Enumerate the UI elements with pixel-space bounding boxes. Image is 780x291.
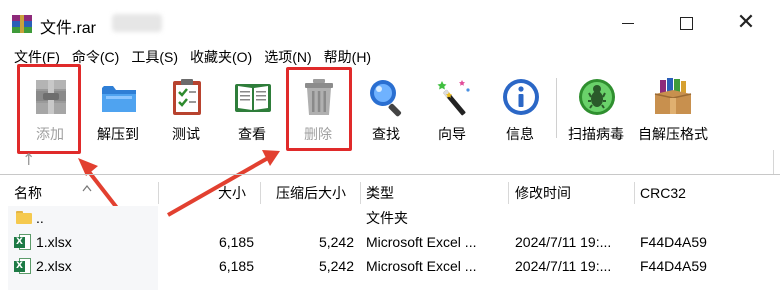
cell-type: Microsoft Excel ... [366, 258, 477, 274]
folder-icon [16, 211, 32, 224]
sfx-box-icon [654, 78, 692, 114]
cell-name: .. [36, 210, 44, 226]
file-list: 名称 大小 压缩后大小 类型 修改时间 CRC32 .. 文件夹 X 1.xls… [8, 180, 772, 290]
extract-to-button[interactable]: 解压到 [84, 72, 152, 144]
wizard-label: 向导 [438, 126, 466, 142]
minimize-icon [622, 22, 634, 24]
column-name[interactable]: 名称 [14, 180, 42, 206]
column-separator[interactable] [634, 182, 635, 204]
magnifier-icon [370, 80, 402, 117]
path-scroll-edge [773, 150, 779, 174]
virus-scan-icon [579, 79, 615, 115]
toolbar-separator [556, 78, 557, 138]
virus-scan-label: 扫描病毒 [568, 126, 624, 142]
minimize-button[interactable] [600, 0, 656, 46]
cell-name: 1.xlsx [36, 234, 72, 250]
excel-file-icon: X [14, 233, 32, 251]
column-modified[interactable]: 修改时间 [515, 180, 571, 206]
test-label: 测试 [172, 126, 200, 142]
table-row-parent[interactable]: .. 文件夹 [8, 206, 772, 230]
cell-packed-size: 5,242 [318, 234, 354, 250]
table-row[interactable]: X 1.xlsx 6,185 5,242 Microsoft Excel ...… [8, 230, 772, 254]
cell-crc: F44D4A59 [640, 234, 707, 250]
wizard-button[interactable]: 向导 [418, 72, 486, 144]
view-button[interactable]: 查看 [218, 72, 286, 144]
cell-name: 2.xlsx [36, 258, 72, 274]
arrow-head-delete [262, 150, 280, 166]
cell-type: 文件夹 [366, 210, 408, 226]
column-packed-size[interactable]: 压缩后大小 [276, 180, 346, 206]
close-icon: ✕ [736, 10, 756, 35]
table-row[interactable]: X 2.xlsx 6,185 5,242 Microsoft Excel ...… [8, 254, 772, 278]
clipboard-test-icon [173, 79, 201, 115]
column-crc[interactable]: CRC32 [640, 180, 686, 206]
sfx-label: 自解压格式 [638, 126, 708, 142]
cell-type: Microsoft Excel ... [366, 234, 477, 250]
close-button[interactable]: ✕ [718, 0, 774, 46]
toolbar: 添加 解压到 测试 查看 删除 查找 向导 信息 扫描病毒 自解压格式 [0, 64, 780, 154]
menu-favorites[interactable]: 收藏夹(O) [190, 47, 252, 67]
title-bar: 文件.rar ✕ [0, 0, 780, 46]
magic-wand-icon [437, 80, 470, 116]
find-button[interactable]: 查找 [352, 72, 420, 144]
cell-modified: 2024/7/11 19:... [515, 234, 612, 250]
find-label: 查找 [372, 126, 400, 142]
excel-file-icon: X [14, 257, 32, 275]
cell-size: 6,185 [218, 234, 254, 250]
column-type[interactable]: 类型 [366, 180, 394, 206]
winrar-app-icon [12, 15, 32, 33]
book-view-icon [235, 84, 271, 112]
info-label: 信息 [506, 126, 534, 142]
menu-help[interactable]: 帮助(H) [324, 47, 371, 67]
cell-crc: F44D4A59 [640, 258, 707, 274]
info-button[interactable]: 信息 [486, 72, 554, 144]
toolbar-divider [0, 174, 780, 175]
menu-options[interactable]: 选项(N) [264, 47, 311, 67]
delete-highlight-box [286, 67, 352, 151]
maximize-icon [679, 16, 693, 30]
column-separator[interactable] [360, 182, 361, 204]
virus-scan-button[interactable]: 扫描病毒 [562, 72, 630, 144]
menu-tools[interactable]: 工具(S) [131, 47, 178, 67]
add-highlight-box [17, 64, 81, 154]
info-icon [503, 79, 539, 115]
test-button[interactable]: 测试 [152, 72, 220, 144]
column-separator[interactable] [158, 182, 159, 204]
view-label: 查看 [238, 126, 266, 142]
window-title: 文件.rar [40, 20, 97, 37]
sort-ascending-icon [82, 185, 92, 192]
folder-extract-icon [102, 86, 136, 112]
column-size[interactable]: 大小 [218, 180, 246, 206]
extract-to-label: 解压到 [97, 126, 139, 142]
up-arrow-icon[interactable]: ↑ [22, 150, 35, 169]
cell-modified: 2024/7/11 19:... [515, 258, 612, 274]
column-separator[interactable] [260, 182, 261, 204]
redacted-title-text [112, 14, 162, 32]
cell-size: 6,185 [218, 258, 254, 274]
maximize-button[interactable] [658, 0, 714, 46]
sfx-button[interactable]: 自解压格式 [638, 72, 708, 144]
column-separator[interactable] [508, 182, 509, 204]
cell-packed-size: 5,242 [318, 258, 354, 274]
